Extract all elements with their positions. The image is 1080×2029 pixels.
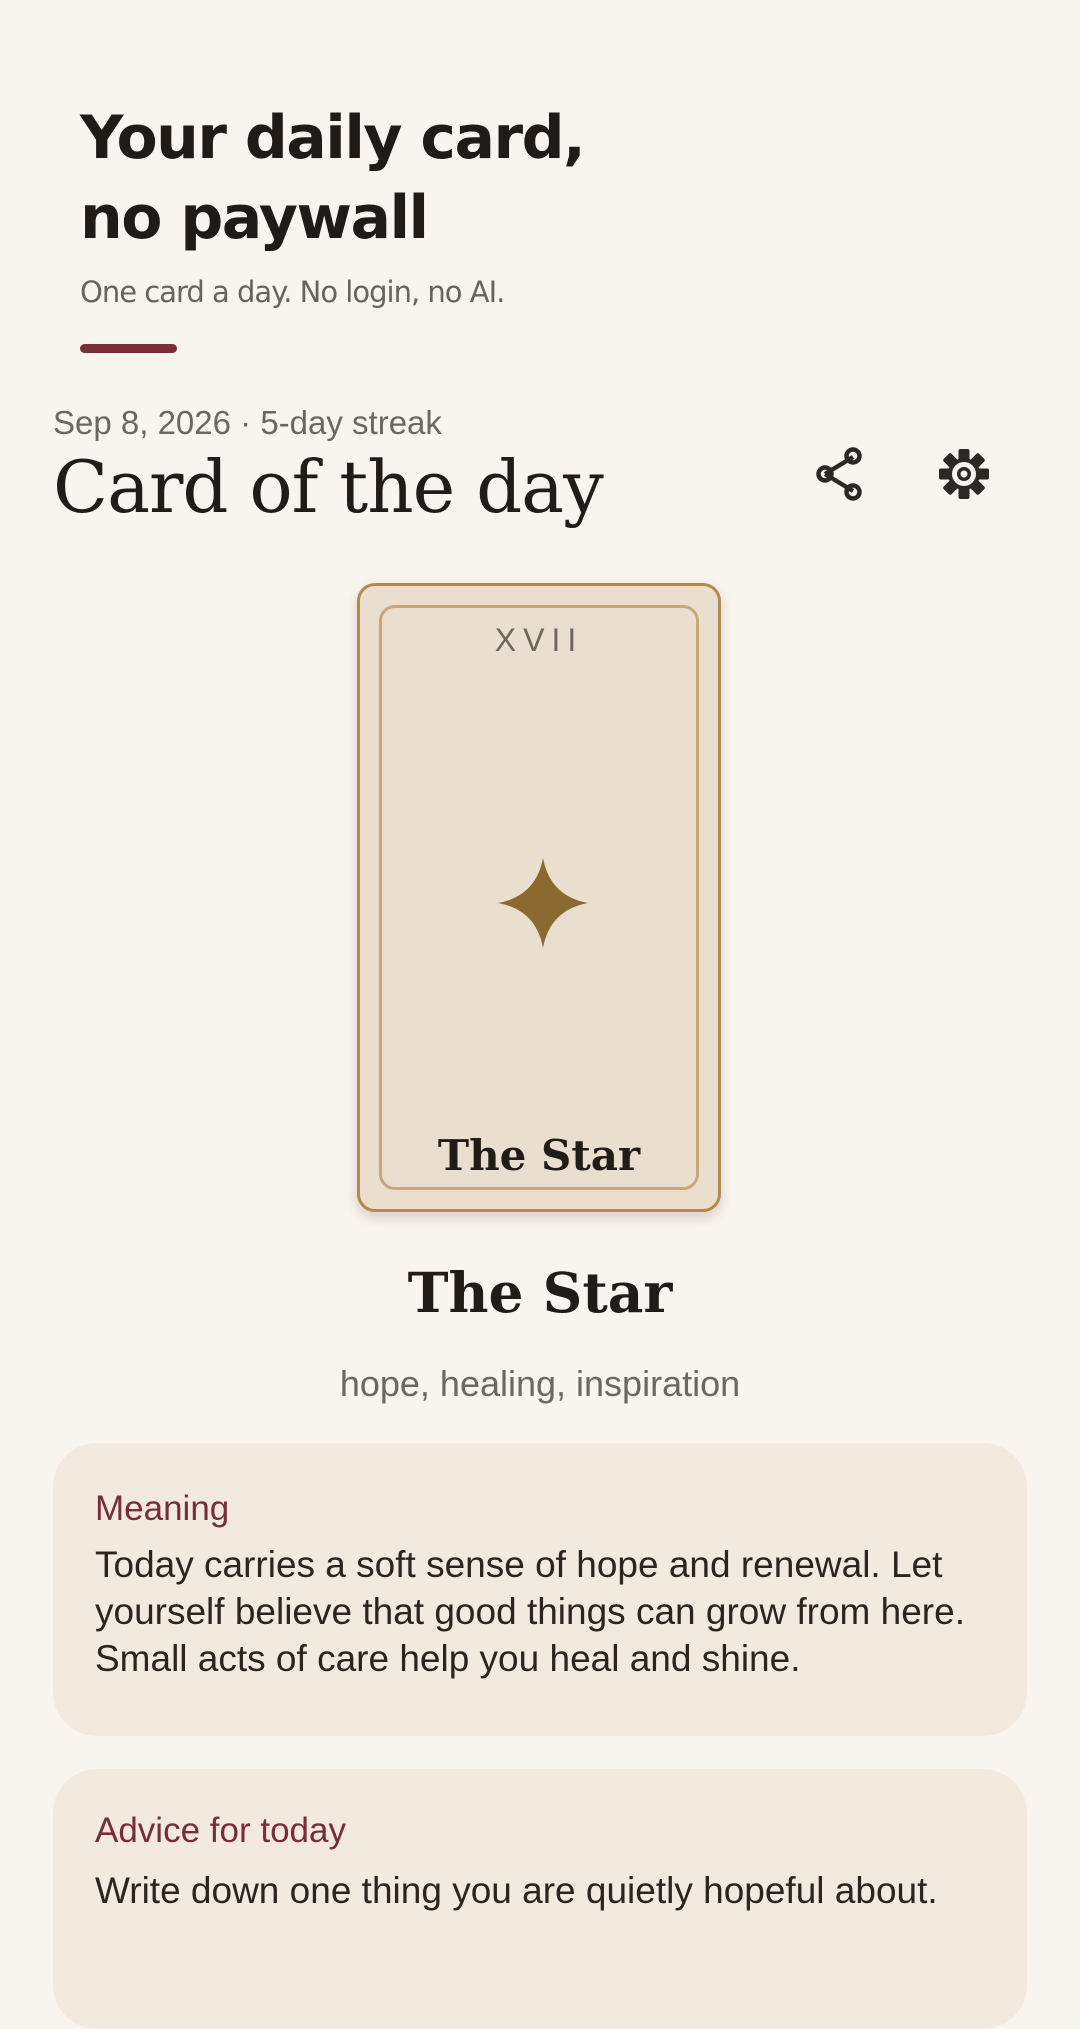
meaning-text: Today carries a soft sense of hope and r… bbox=[95, 1544, 965, 1679]
tarot-card[interactable]: XVII The Star bbox=[357, 583, 721, 1212]
card-face-name: The Star bbox=[437, 1131, 641, 1180]
page-title: Card of the day bbox=[53, 445, 604, 529]
meaning-panel: Meaning Today carries a soft sense of ho… bbox=[53, 1443, 1027, 1736]
share-button[interactable] bbox=[791, 426, 887, 522]
card-numeral: XVII bbox=[494, 622, 584, 658]
promo-accent-bar bbox=[80, 344, 177, 353]
four-point-star-icon bbox=[498, 858, 588, 948]
promo-subtitle: One card a day. No login, no AI. bbox=[80, 275, 505, 309]
card-name: The Star bbox=[407, 1260, 673, 1325]
promo-banner: Your daily card, no paywall One card a d… bbox=[80, 98, 780, 312]
card-keywords: hope, healing, inspiration bbox=[339, 1363, 741, 1404]
date-streak-line: Sep 8, 2026 · 5-day streak bbox=[53, 404, 442, 441]
meaning-label: Meaning bbox=[95, 1489, 230, 1528]
advice-text: Write down one thing you are quietly hop… bbox=[95, 1870, 938, 1911]
gear-icon bbox=[939, 449, 989, 499]
settings-button[interactable] bbox=[916, 426, 1012, 522]
advice-panel: Advice for today Write down one thing yo… bbox=[53, 1769, 1027, 2029]
advice-label: Advice for today bbox=[95, 1811, 346, 1850]
share-icon bbox=[816, 447, 862, 501]
promo-headline: Your daily card, no paywall bbox=[80, 103, 586, 253]
